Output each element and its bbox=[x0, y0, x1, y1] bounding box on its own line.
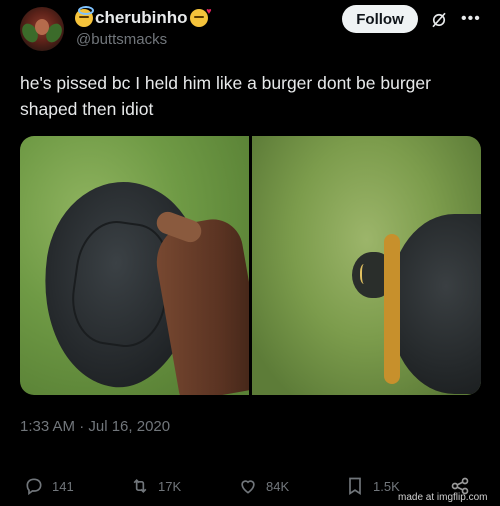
hearts-emoji-icon bbox=[189, 6, 212, 27]
author-name-row[interactable]: cherubinho bbox=[75, 6, 212, 28]
tweet-timestamp[interactable]: 1:33 AM · Jul 16, 2020 bbox=[20, 418, 170, 435]
bookmark-button[interactable]: 1.5K bbox=[345, 476, 400, 496]
bookmark-icon bbox=[349, 477, 361, 496]
retweet-count: 17K bbox=[158, 478, 182, 494]
photo-turtle-held-in-hand[interactable] bbox=[20, 136, 249, 395]
reply-count: 141 bbox=[52, 478, 74, 494]
media-grid[interactable] bbox=[20, 136, 481, 395]
heart-icon bbox=[241, 480, 255, 494]
display-name[interactable]: cherubinho bbox=[95, 8, 188, 28]
retweet-button[interactable]: 17K bbox=[130, 476, 181, 496]
retweet-icon bbox=[133, 478, 147, 494]
slash-circle-icon[interactable] bbox=[430, 11, 448, 29]
halo-emoji-icon bbox=[75, 6, 94, 27]
user-handle[interactable]: @buttsmacks bbox=[76, 31, 167, 48]
bookmark-count: 1.5K bbox=[373, 478, 400, 494]
photo-turtle-on-grass[interactable] bbox=[252, 136, 481, 395]
tweet-text: he's pissed bc I held him like a burger … bbox=[20, 73, 431, 119]
reply-button[interactable]: 141 bbox=[24, 476, 74, 496]
imgflip-watermark: made at imgflip.com bbox=[398, 492, 488, 503]
reply-icon bbox=[26, 478, 42, 496]
like-count: 84K bbox=[266, 478, 290, 494]
more-icon[interactable]: ••• bbox=[461, 10, 481, 28]
follow-button[interactable]: Follow bbox=[342, 5, 418, 33]
like-button[interactable]: 84K bbox=[238, 476, 289, 496]
avatar[interactable] bbox=[20, 7, 64, 51]
